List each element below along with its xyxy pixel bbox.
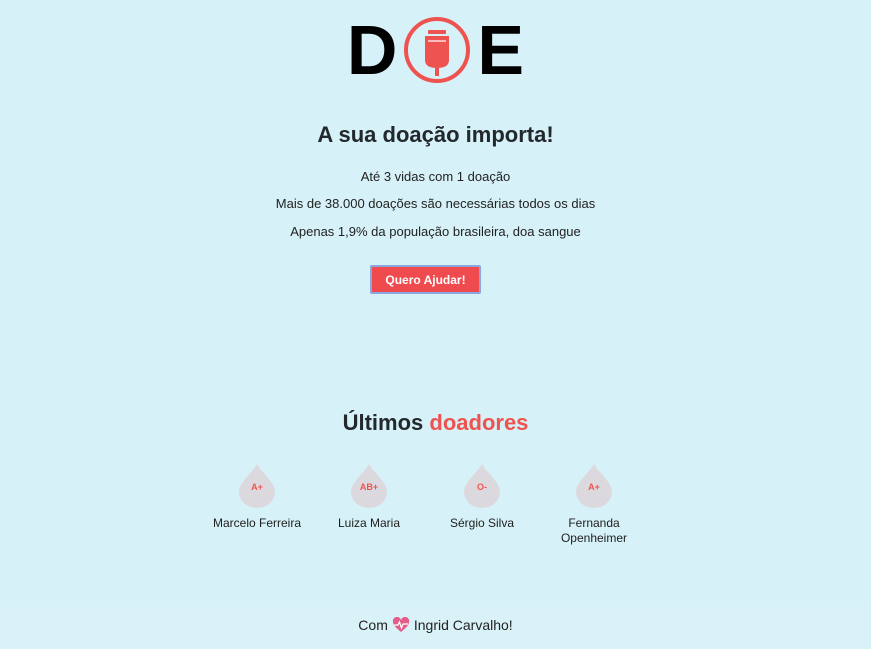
blood-type: A+ [588, 482, 600, 492]
donor-card: O- Sérgio Silva [422, 462, 542, 531]
footer: Com Ingrid Carvalho! [0, 601, 871, 649]
donor-name: Sérgio Silva [449, 516, 515, 530]
hero-fact: Até 3 vidas com 1 doação [360, 169, 511, 184]
logo-letter-d: D [346, 11, 398, 89]
heart-pulse-icon [392, 617, 409, 632]
page: D E A sua doação importa! Até 3 vidas co… [0, 0, 871, 649]
donor-card: A+ Marcelo Ferreira [197, 462, 317, 531]
donor-name: Luiza Maria [337, 516, 401, 530]
footer-prefix: Com [358, 617, 388, 633]
donor-name: Fernanda Openheimer [560, 516, 628, 545]
donor-name: Marcelo Ferreira [212, 516, 302, 530]
hero-title: A sua doação importa! [317, 122, 554, 147]
blood-type: O- [477, 482, 487, 492]
donors-title-prefix: Últimos [342, 410, 424, 435]
blood-type: AB+ [359, 482, 379, 492]
blood-bag-icon [404, 17, 471, 83]
hero-fact: Apenas 1,9% da população brasileira, doa… [290, 224, 581, 239]
blood-type: A+ [251, 482, 263, 492]
blood-drop-icon: A+ [237, 462, 277, 508]
help-button[interactable]: Quero Ajudar! [370, 265, 481, 294]
logo-letter-e: E [477, 11, 525, 89]
donor-card: A+ Fernanda Openheimer [534, 462, 654, 546]
logo: D E [0, 12, 871, 88]
blood-drop-icon: A+ [574, 462, 614, 508]
blood-drop-icon: O- [462, 462, 502, 508]
blood-drop-icon: AB+ [349, 462, 389, 508]
donors-title-accent: doadores [429, 410, 529, 435]
donor-card: AB+ Luiza Maria [309, 462, 429, 531]
donors-title: Últimos doadores [0, 410, 871, 436]
footer-author: Ingrid Carvalho! [413, 617, 513, 633]
hero-fact: Mais de 38.000 doações são necessárias t… [275, 196, 596, 211]
